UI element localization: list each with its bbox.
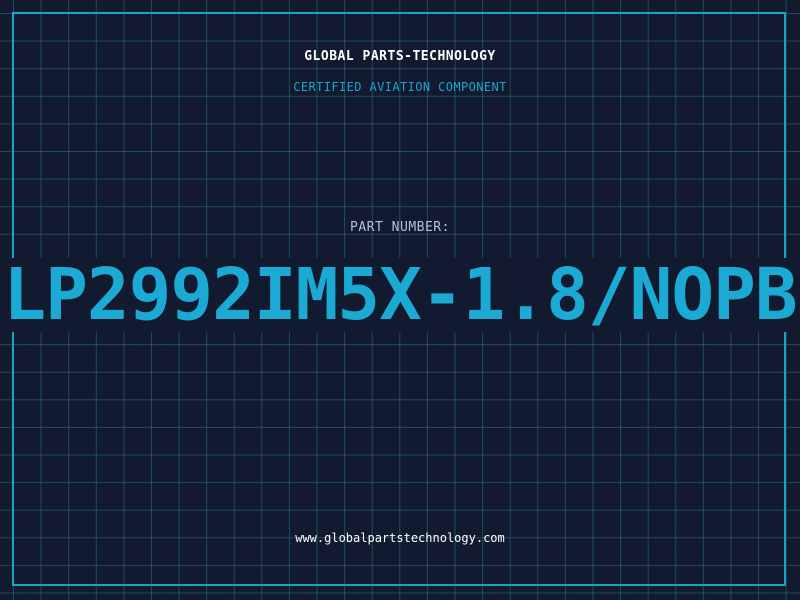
page-canvas: GLOBAL PARTS-TECHNOLOGY CERTIFIED AVIATI… [0, 0, 800, 600]
part-number-value: LP2992IM5X-1.8/NOPB [3, 258, 797, 332]
certification-subtitle: CERTIFIED AVIATION COMPONENT [293, 80, 507, 94]
company-name: GLOBAL PARTS-TECHNOLOGY [304, 49, 496, 64]
part-number-band: LP2992IM5X-1.8/NOPB [0, 258, 800, 332]
website-link[interactable]: www.globalpartstechnology.com [0, 531, 800, 545]
part-number-label: PART NUMBER: [350, 220, 450, 235]
